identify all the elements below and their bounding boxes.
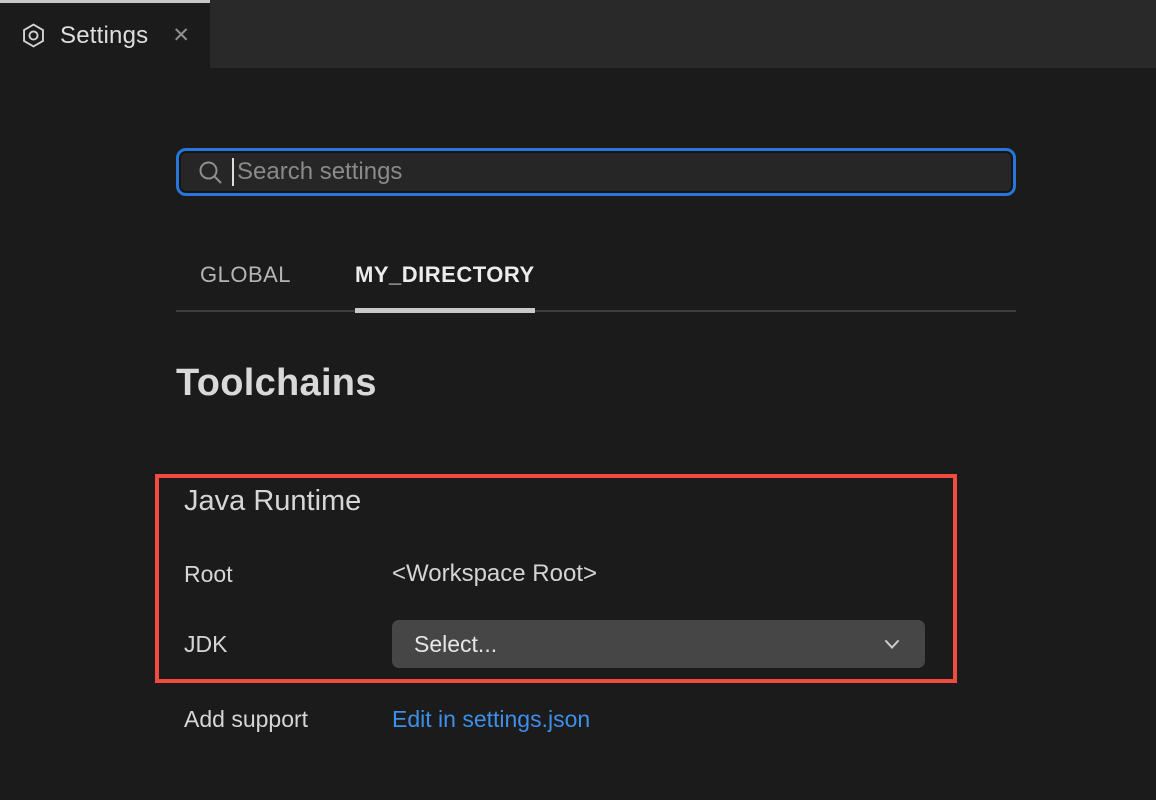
- chevron-down-icon: [881, 633, 903, 655]
- setting-row-jdk: JDK Select...: [176, 620, 1016, 668]
- page-title: Toolchains: [176, 362, 1016, 405]
- settings-nut-icon: [20, 22, 47, 49]
- tab-settings[interactable]: Settings ✕: [0, 0, 210, 68]
- dropdown-value: Select...: [414, 631, 497, 658]
- close-icon[interactable]: ✕: [170, 23, 192, 48]
- scope-tabs: GLOBAL MY_DIRECTORY: [176, 248, 1016, 312]
- tab-global[interactable]: GLOBAL: [200, 248, 291, 310]
- search-input[interactable]: [237, 158, 999, 186]
- edit-settings-json-link[interactable]: Edit in settings.json: [392, 706, 590, 733]
- text-cursor: [232, 158, 234, 186]
- root-label: Root: [176, 561, 392, 588]
- jdk-label: JDK: [176, 631, 392, 658]
- editor-tab-bar: Settings ✕: [0, 0, 1156, 68]
- java-runtime-section: Java Runtime Root <Workspace Root> JDK S…: [176, 485, 1016, 668]
- root-value: <Workspace Root>: [392, 560, 597, 588]
- search-icon: [197, 159, 224, 186]
- section-title: Java Runtime: [176, 485, 1016, 518]
- setting-row-add-support: Add support Edit in settings.json: [176, 706, 1016, 733]
- search-box[interactable]: [176, 148, 1016, 196]
- settings-page: GLOBAL MY_DIRECTORY Toolchains Java Runt…: [176, 148, 1016, 733]
- tab-my-directory[interactable]: MY_DIRECTORY: [355, 248, 535, 313]
- setting-row-root: Root <Workspace Root>: [176, 560, 1016, 588]
- jdk-select-dropdown[interactable]: Select...: [392, 620, 925, 668]
- tab-title: Settings: [60, 22, 148, 50]
- add-support-label: Add support: [176, 706, 392, 733]
